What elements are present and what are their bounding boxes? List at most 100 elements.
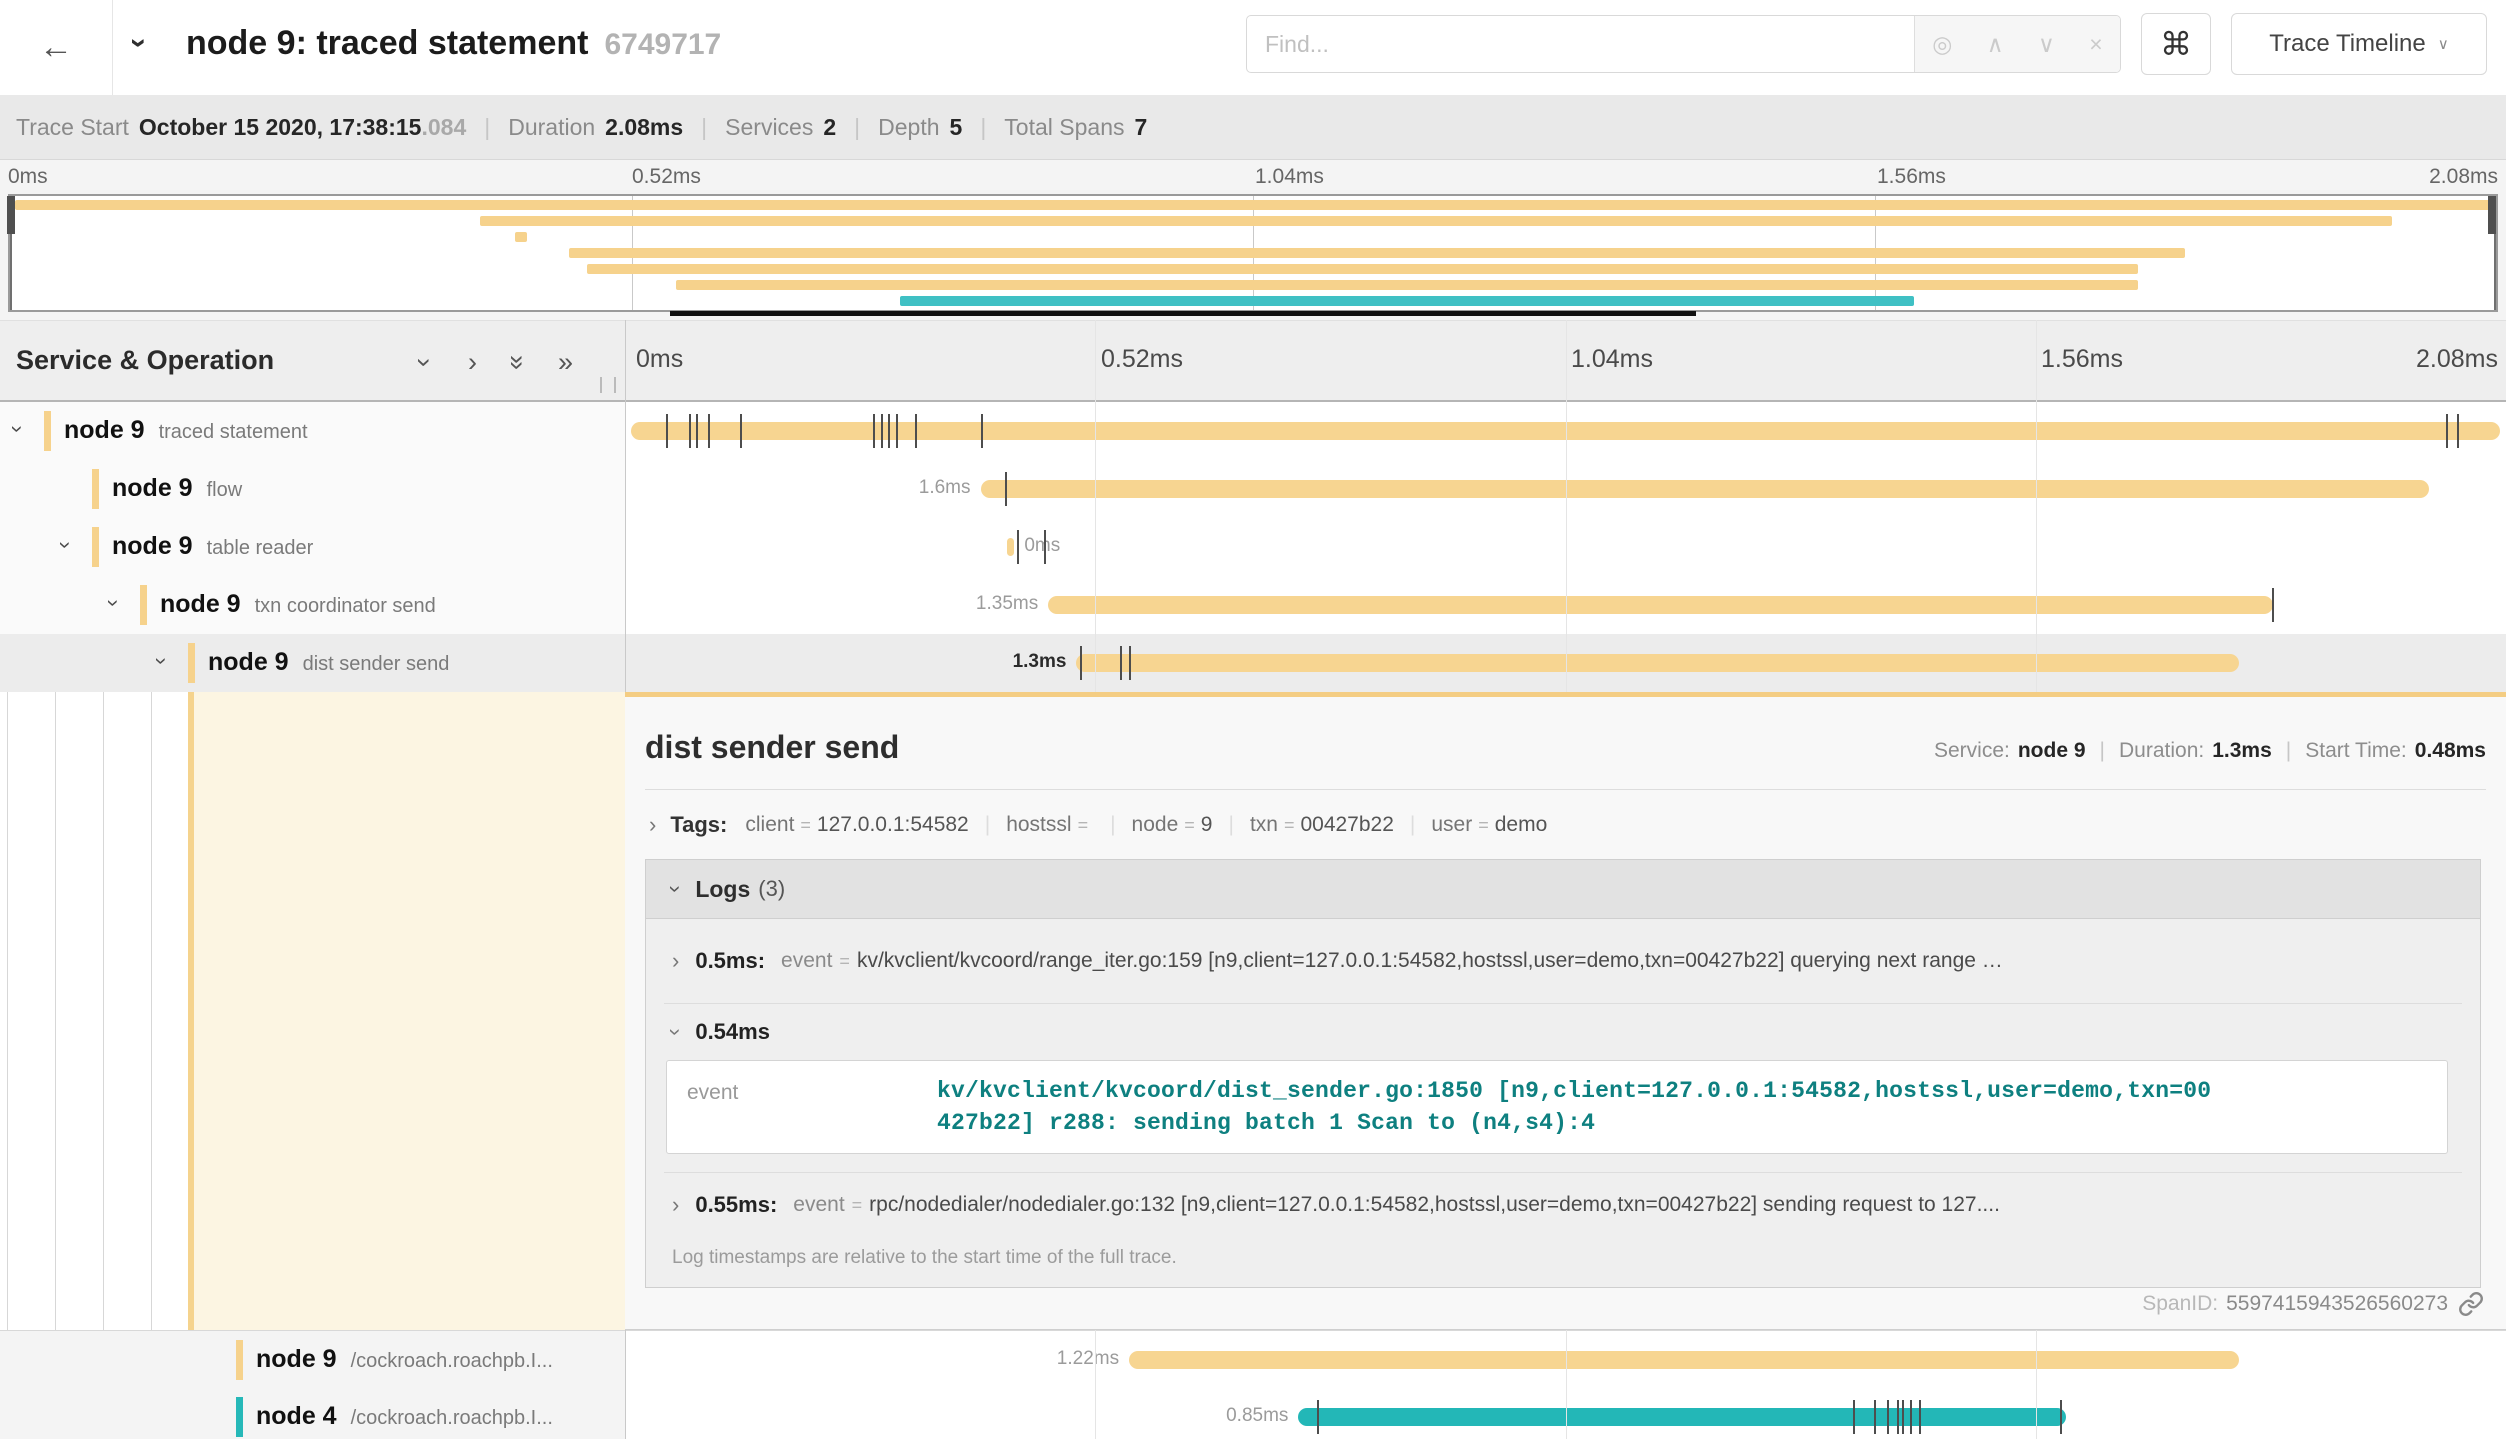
logs-footnote: Log timestamps are relative to the start… xyxy=(664,1237,2462,1287)
log-marker-tick[interactable] xyxy=(888,414,890,448)
span-duration-label: 1.6ms xyxy=(919,477,971,499)
span-timeline-cell[interactable]: 0ms xyxy=(625,518,2506,576)
span-timeline-cell[interactable]: 1.6ms xyxy=(625,460,2506,518)
tag-value: demo xyxy=(1495,813,1548,837)
expand-one-icon[interactable]: › xyxy=(468,347,477,378)
log-marker-tick[interactable] xyxy=(1005,472,1007,506)
logs-section: › Logs (3) › 0.5ms: event = kv/kvclient/… xyxy=(645,859,2481,1288)
log-marker-tick[interactable] xyxy=(696,414,698,448)
span-bar[interactable] xyxy=(981,480,2429,498)
log-marker-tick[interactable] xyxy=(708,414,710,448)
log-entry[interactable]: › 0.55ms: event = rpc/nodedialer/nodedia… xyxy=(664,1172,2462,1237)
span-bar[interactable] xyxy=(1298,1408,2065,1426)
expand-icon: › xyxy=(672,948,679,974)
operation-name: traced statement xyxy=(159,421,308,443)
trace-start-value: October 15 2020, 17:38:15 xyxy=(139,114,422,141)
log-marker-tick[interactable] xyxy=(1129,646,1131,680)
minimap-canvas[interactable] xyxy=(8,194,2498,312)
collapse-all-icon[interactable]: » xyxy=(502,355,533,370)
span-bar[interactable] xyxy=(1007,538,1015,556)
log-marker-tick[interactable] xyxy=(896,414,898,448)
log-marker-tick[interactable] xyxy=(666,414,668,448)
span-timeline-cell[interactable]: 1.35ms xyxy=(625,576,2506,634)
log-marker-tick[interactable] xyxy=(2457,414,2459,448)
log-marker-tick[interactable] xyxy=(1853,1400,1855,1434)
collapse-children-icon[interactable]: › xyxy=(53,541,79,548)
timeline-scroll-indicator[interactable] xyxy=(670,311,1696,316)
viewport-right-scrubber[interactable] xyxy=(2494,196,2496,310)
span-name-cell[interactable]: node 4/cockroach.roachpb.I... xyxy=(0,1388,625,1439)
log-marker-tick[interactable] xyxy=(1120,646,1122,680)
log-entry[interactable]: › 0.5ms: event = kv/kvclient/kvcoord/ran… xyxy=(664,919,2462,1003)
collapse-children-icon[interactable]: › xyxy=(101,599,127,606)
tags-toggle-row[interactable]: › Tags: client=127.0.0.1:54582 | hostssl… xyxy=(649,805,1547,845)
separator: | xyxy=(854,114,860,141)
separator: | xyxy=(2286,739,2291,763)
log-marker-tick[interactable] xyxy=(1044,530,1046,564)
axis-tick: 2.08ms xyxy=(2416,345,2498,374)
span-service-operation: node 9table reader xyxy=(112,532,313,561)
log-marker-tick[interactable] xyxy=(1317,1400,1319,1434)
equals: = xyxy=(1478,815,1489,836)
log-marker-tick[interactable] xyxy=(2272,588,2274,622)
find-controls: ◎ ∧ ∨ × xyxy=(1914,16,2120,72)
collapse-one-icon[interactable]: › xyxy=(409,358,440,367)
span-name-cell[interactable]: › node 9txn coordinator send xyxy=(0,576,625,634)
depth-value: 5 xyxy=(950,114,963,141)
page-title: node 9: traced statement6749717 xyxy=(186,24,721,63)
log-marker-tick[interactable] xyxy=(1910,1400,1912,1434)
span-name-cell[interactable]: › node 9table reader xyxy=(0,518,625,576)
collapse-children-icon[interactable]: › xyxy=(149,657,175,664)
back-button[interactable]: ← xyxy=(0,0,112,95)
find-input[interactable] xyxy=(1247,16,1914,72)
viewport-left-scrubber[interactable] xyxy=(10,196,12,310)
log-marker-tick[interactable] xyxy=(1017,530,1019,564)
locate-icon[interactable]: ◎ xyxy=(1932,31,1952,58)
log-marker-tick[interactable] xyxy=(981,414,983,448)
span-row: node 9flow 1.6ms xyxy=(0,460,2506,518)
expand-all-icon[interactable]: » xyxy=(558,347,573,378)
view-selector-button[interactable]: Trace Timeline ∨ xyxy=(2231,13,2487,75)
log-value: kv/kvclient/kvcoord/range_iter.go:159 [n… xyxy=(857,949,2003,973)
span-bar[interactable] xyxy=(631,422,2501,440)
log-marker-tick[interactable] xyxy=(873,414,875,448)
span-timeline-cell[interactable]: 1.22ms xyxy=(625,1331,2506,1389)
log-marker-tick[interactable] xyxy=(1874,1400,1876,1434)
trace-start-label: Trace Start xyxy=(16,114,129,141)
span-bar[interactable] xyxy=(1129,1351,2239,1369)
log-marker-tick[interactable] xyxy=(881,414,883,448)
log-marker-tick[interactable] xyxy=(2446,414,2448,448)
column-resize-grip[interactable] xyxy=(600,377,616,393)
log-marker-tick[interactable] xyxy=(1902,1400,1904,1434)
scrubber-handle[interactable] xyxy=(7,196,15,234)
span-name-cell[interactable]: node 9flow xyxy=(0,460,625,518)
collapse-children-icon[interactable]: › xyxy=(5,425,31,432)
log-marker-tick[interactable] xyxy=(689,414,691,448)
duration-label: Duration xyxy=(508,114,595,141)
log-marker-tick[interactable] xyxy=(1919,1400,1921,1434)
deep-link-icon[interactable] xyxy=(2458,1291,2484,1317)
logs-title: Logs xyxy=(695,876,750,903)
log-marker-tick[interactable] xyxy=(1897,1400,1899,1434)
log-marker-tick[interactable] xyxy=(740,414,742,448)
log-marker-tick[interactable] xyxy=(915,414,917,448)
log-entry-expanded-header[interactable]: › 0.54ms xyxy=(664,1003,2462,1060)
log-marker-tick[interactable] xyxy=(1080,646,1082,680)
prev-result-icon[interactable]: ∧ xyxy=(1987,31,2004,58)
next-result-icon[interactable]: ∨ xyxy=(2038,31,2055,58)
span-name-cell[interactable]: node 9/cockroach.roachpb.I... xyxy=(0,1331,625,1389)
span-timeline-cell[interactable]: 1.3ms xyxy=(625,634,2506,692)
logs-header[interactable]: › Logs (3) xyxy=(646,860,2480,919)
clear-search-icon[interactable]: × xyxy=(2089,31,2102,58)
scrubber-handle[interactable] xyxy=(2488,196,2496,234)
log-marker-tick[interactable] xyxy=(2060,1400,2062,1434)
span-timeline-cell[interactable] xyxy=(625,402,2506,460)
span-name-cell[interactable]: › node 9dist sender send xyxy=(0,634,625,692)
span-name-cell[interactable]: › node 9traced statement xyxy=(0,402,625,460)
collapse-trace-header-icon[interactable]: › xyxy=(122,38,156,48)
span-timeline-cell[interactable]: 0.85ms xyxy=(625,1388,2506,1439)
keyboard-shortcuts-button[interactable]: ⌘ xyxy=(2141,13,2211,75)
span-bar[interactable] xyxy=(1048,596,2273,614)
log-marker-tick[interactable] xyxy=(1887,1400,1889,1434)
span-bar[interactable] xyxy=(1076,654,2238,672)
